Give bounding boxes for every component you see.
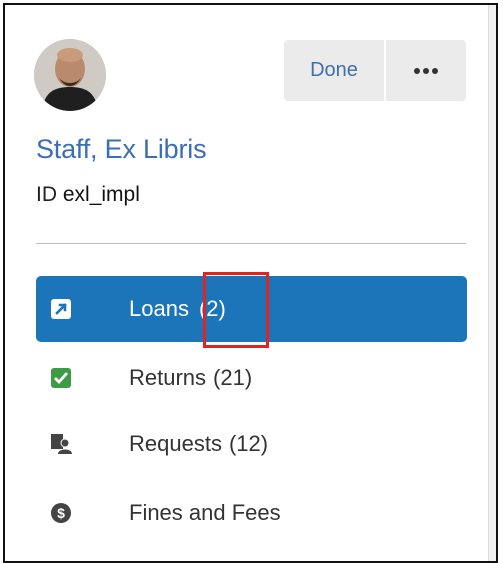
user-id-value: exl_impl [62,183,140,206]
nav-item-count: (12) [228,431,269,456]
user-id-prefix: ID [36,183,57,206]
nav-item-label: Requests [129,431,222,456]
nav-item-loans[interactable]: Loans (2) [36,276,467,342]
nav-item-returns[interactable]: Returns (21) [36,345,467,411]
nav-item-label: Returns [129,365,207,390]
dollar-circle-icon: $ [50,502,94,524]
external-link-icon [50,298,94,320]
nav-item-fines-and-fees[interactable]: $ Fines and Fees [36,480,467,546]
nav-item-count: (2) [198,296,226,321]
more-options-button[interactable] [386,40,466,101]
nav-item-requests[interactable]: Requests (12) [36,411,467,477]
user-name-link[interactable]: Staff, Ex Libris [36,134,207,165]
requests-icon [50,433,94,455]
nav-item-label: Fines and Fees [129,500,281,525]
nav-item-label: Loans [129,296,189,321]
svg-text:$: $ [57,505,65,521]
nav-item-count: (21) [213,365,253,390]
checkbox-check-icon [50,367,94,389]
avatar [34,39,106,111]
done-button[interactable]: Done [284,40,384,101]
scrollbar[interactable] [488,5,496,561]
user-id: ID exl_impl [36,183,140,207]
divider [36,243,466,244]
more-dots-icon [414,67,438,74]
